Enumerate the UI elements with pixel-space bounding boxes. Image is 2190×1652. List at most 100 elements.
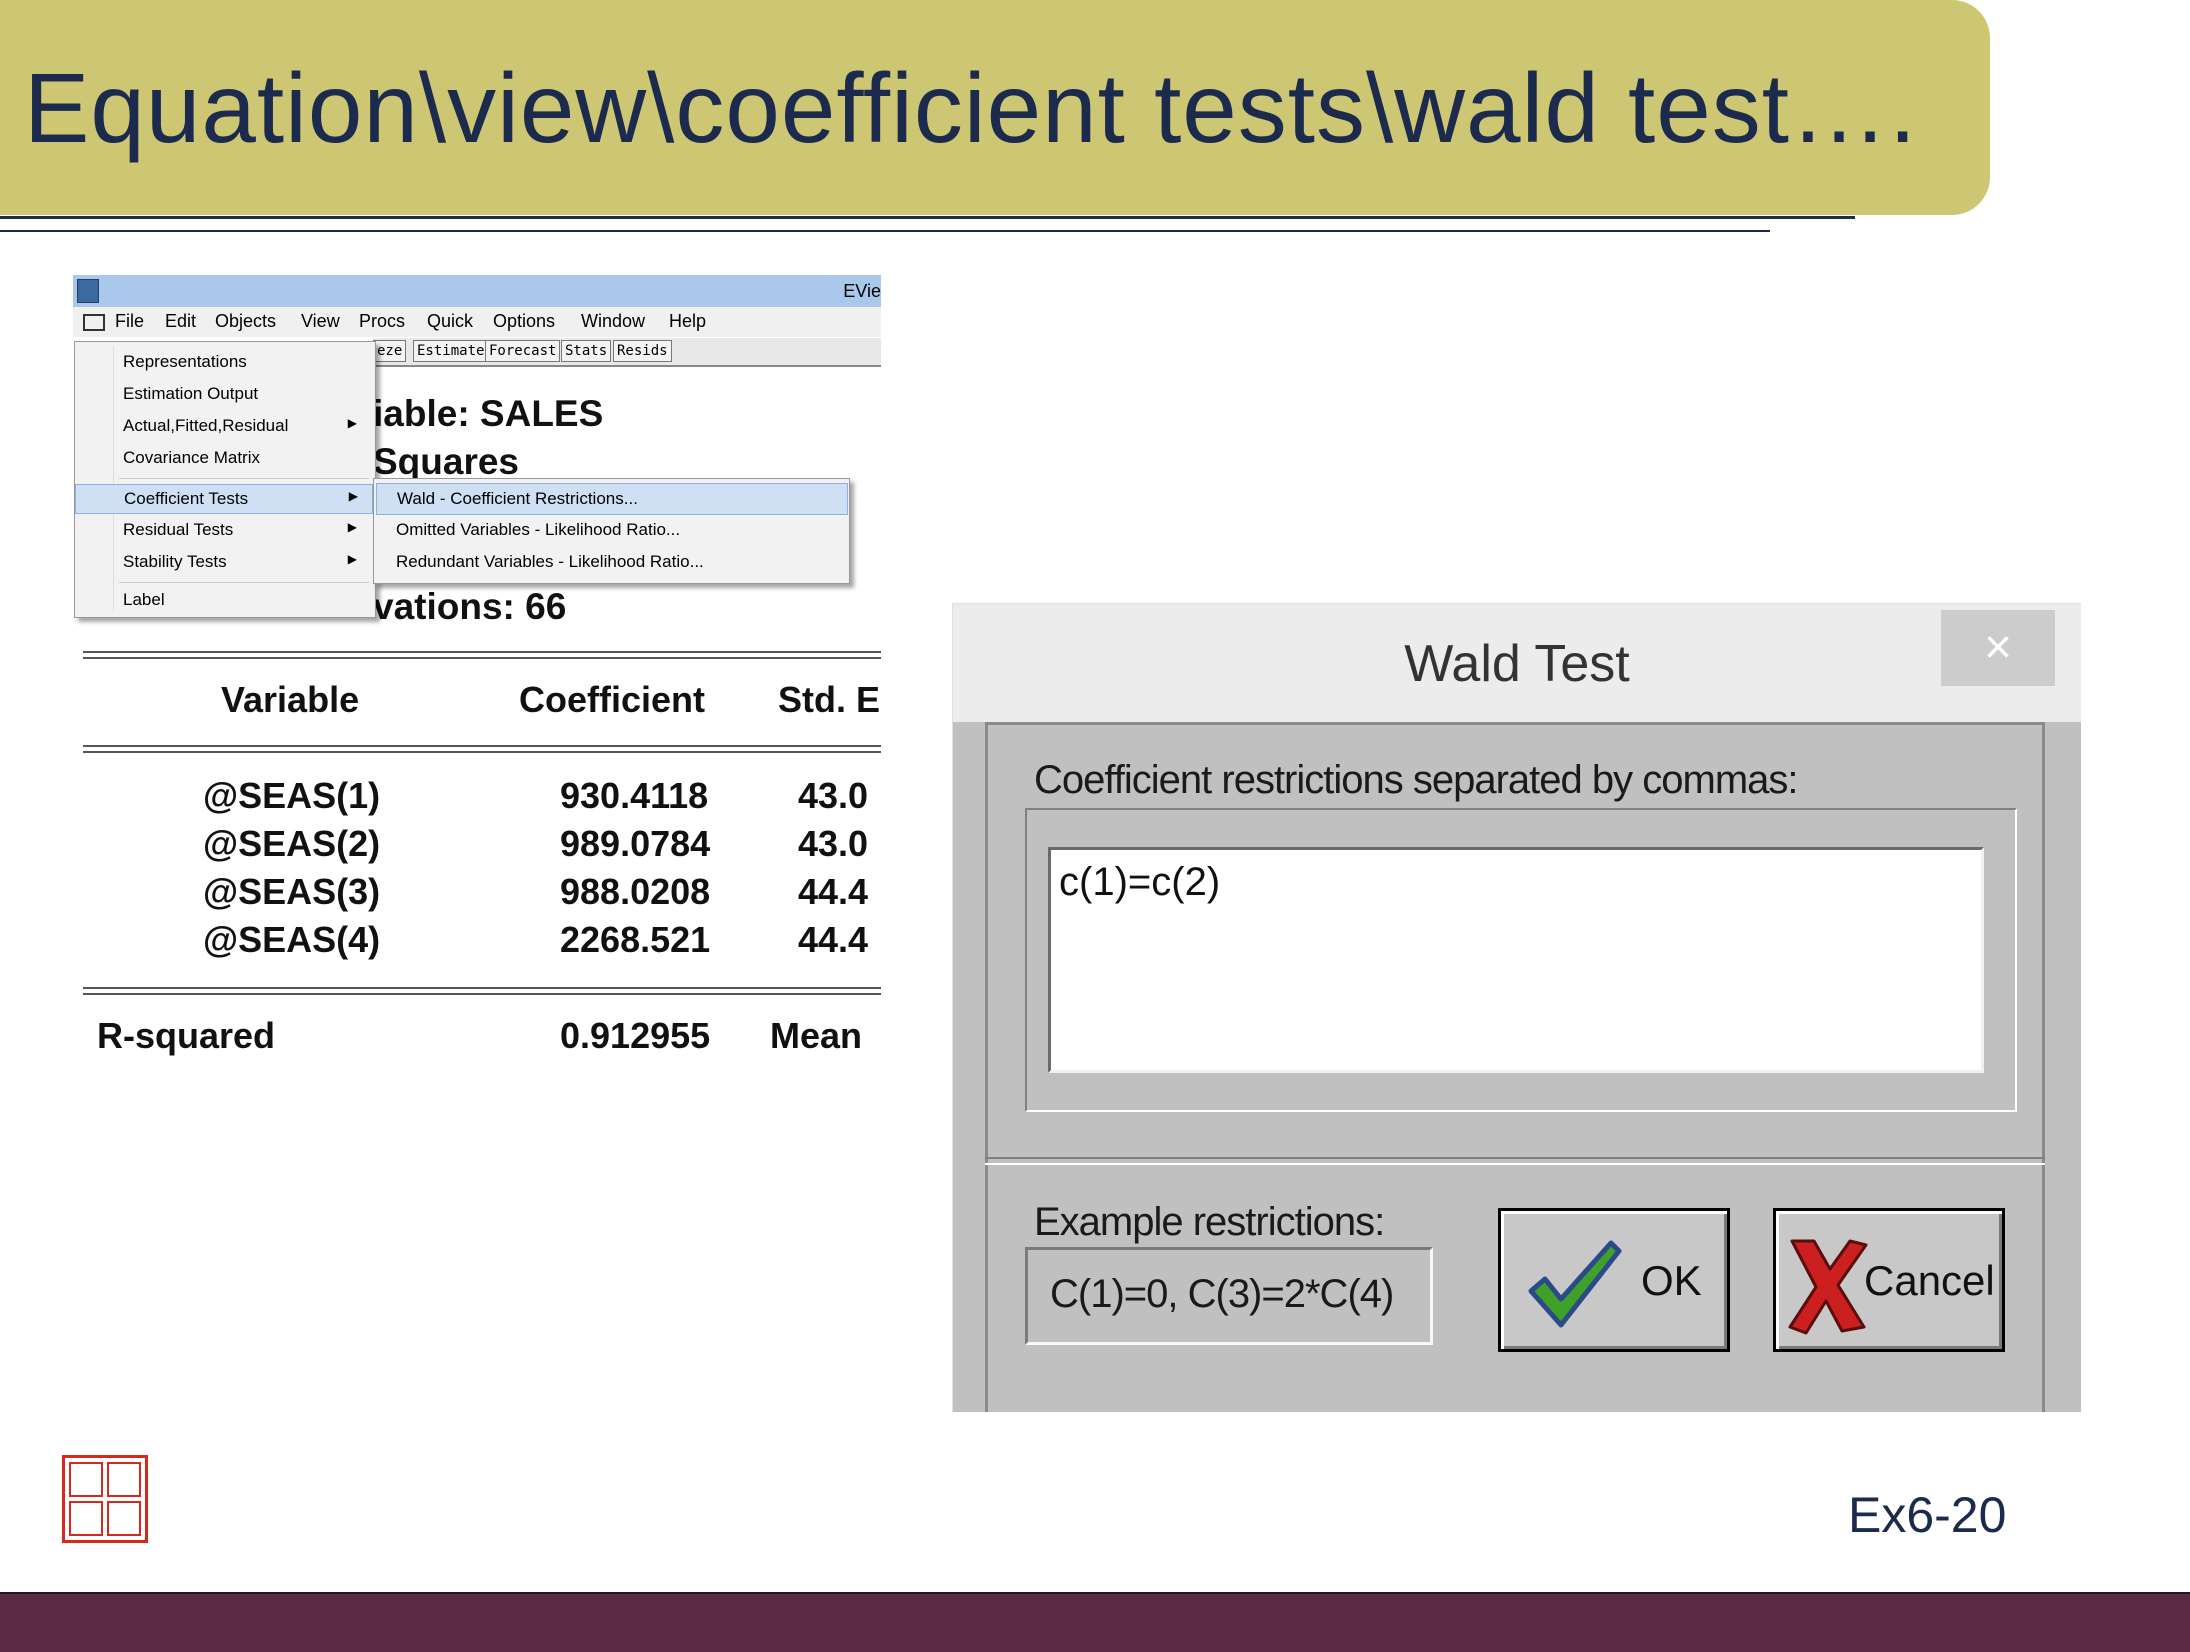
- menu-item-stability-tests[interactable]: Stability Tests ▶: [75, 548, 371, 576]
- close-icon[interactable]: ×: [1941, 610, 2055, 686]
- menu-item-label: Label: [123, 590, 165, 609]
- view-dropdown-menu: Representations Estimation Output Actual…: [74, 341, 376, 618]
- dialog-titlebar: Wald Test ×: [953, 604, 2081, 722]
- eviews-window: EVie File Edit Objects View Procs Quick …: [73, 275, 881, 1085]
- checkmark-icon: [1528, 1240, 1622, 1328]
- cell-std-error: 44.4: [798, 871, 869, 912]
- cell-std-error: 43.0: [798, 823, 869, 864]
- slide-title-band: Equation\view\coefficient tests\wald tes…: [0, 0, 1990, 215]
- cell-std-error: 43.0: [798, 775, 869, 816]
- stat-label: R-squared: [97, 1015, 276, 1056]
- menu-item-label-entry[interactable]: Label: [75, 586, 371, 614]
- restrictions-input[interactable]: [1048, 847, 1984, 1073]
- header-std-error: Std. E: [778, 679, 881, 720]
- cancel-button-label: Cancel: [1864, 1257, 1995, 1304]
- cell-variable: @SEAS(4): [203, 919, 381, 960]
- menu-file[interactable]: File: [115, 311, 144, 332]
- menu-item-label: Actual,Fitted,Residual: [123, 416, 289, 435]
- table-rule: [83, 745, 881, 747]
- menu-item-estimation-output[interactable]: Estimation Output: [75, 380, 371, 408]
- eviews-menubar: File Edit Objects View Procs Quick Optio…: [73, 307, 881, 337]
- eviews-titlebar: EVie: [73, 275, 881, 307]
- cell-variable: @SEAS(2): [203, 823, 381, 864]
- menu-item-label: Estimation Output: [123, 384, 259, 403]
- menu-item-label: Stability Tests: [123, 552, 227, 571]
- menu-item-label: Wald - Coefficient Restrictions...: [397, 489, 638, 508]
- ok-button-label: OK: [1641, 1257, 1702, 1304]
- submenu-arrow-icon: ▶: [347, 416, 357, 430]
- table-rule: [83, 751, 881, 753]
- example-restrictions-label: Example restrictions:: [1034, 1200, 1385, 1244]
- menu-quick[interactable]: Quick: [427, 311, 473, 332]
- header-variable: Variable: [221, 679, 360, 720]
- method-text: Squares: [373, 441, 520, 482]
- menu-item-label: Redundant Variables - Likelihood Ratio..…: [396, 552, 704, 571]
- menu-item-representations[interactable]: Representations: [75, 348, 371, 376]
- submenu-arrow-icon: ▶: [347, 552, 357, 566]
- toolbar-stats-button[interactable]: Stats: [561, 340, 612, 362]
- system-menu-icon[interactable]: [83, 314, 105, 331]
- cell-variable: @SEAS(1): [203, 775, 381, 816]
- eviews-app-title: EVie: [843, 281, 881, 301]
- menu-help[interactable]: Help: [669, 311, 706, 332]
- example-restrictions-box: C(1)=0, C(3)=2*C(4): [1025, 1247, 1433, 1345]
- menu-item-residual-tests[interactable]: Residual Tests ▶: [75, 516, 371, 544]
- dialog-title: Wald Test: [1404, 635, 1630, 693]
- stat-value: 0.912955: [560, 1015, 711, 1056]
- menu-item-coefficient-tests[interactable]: Coefficient Tests ▶: [75, 484, 373, 514]
- cell-coefficient: 2268.521: [560, 919, 711, 960]
- slide-number: Ex6-20: [1848, 1487, 2007, 1543]
- cell-variable: @SEAS(3): [203, 871, 381, 912]
- table-rule: [83, 651, 881, 653]
- menu-item-omitted-variables[interactable]: Omitted Variables - Likelihood Ratio...: [376, 515, 846, 545]
- header-coefficient: Coefficient: [519, 679, 706, 720]
- menu-edit[interactable]: Edit: [165, 311, 196, 332]
- red-x-icon: [1788, 1239, 1868, 1335]
- submenu-arrow-icon: ▶: [347, 520, 357, 534]
- stat-right-label: Mean: [770, 1015, 863, 1056]
- cell-coefficient: 930.4118: [560, 775, 709, 816]
- submenu-arrow-icon: ▶: [348, 489, 358, 503]
- menu-item-covariance-matrix[interactable]: Covariance Matrix: [75, 444, 371, 472]
- cell-std-error: 44.4: [798, 919, 869, 960]
- title-underline-thin: [0, 230, 1770, 232]
- slide-title: Equation\view\coefficient tests\wald tes…: [24, 53, 1918, 163]
- seal-logo: [62, 1455, 148, 1543]
- menu-procs[interactable]: Procs: [359, 311, 405, 332]
- menu-separator: [119, 582, 369, 583]
- menu-item-actual-fitted-residual[interactable]: Actual,Fitted,Residual ▶: [75, 412, 371, 440]
- table-rule: [83, 657, 881, 659]
- table-rule: [83, 993, 881, 995]
- menu-item-label: Representations: [123, 352, 247, 371]
- cell-coefficient: 988.0208: [560, 871, 711, 912]
- cancel-button[interactable]: Cancel: [1773, 1208, 2005, 1352]
- menu-window[interactable]: Window: [581, 311, 645, 332]
- table-rule: [83, 987, 881, 989]
- toolbar-estimate-button[interactable]: Estimate: [413, 340, 489, 362]
- menu-separator: [119, 478, 369, 479]
- ok-button[interactable]: OK: [1498, 1208, 1730, 1352]
- footer-bar: [0, 1592, 2190, 1652]
- menu-item-label: Omitted Variables - Likelihood Ratio...: [396, 520, 681, 539]
- cell-coefficient: 989.0784: [560, 823, 711, 864]
- menu-item-label: Coefficient Tests: [124, 489, 249, 508]
- example-restrictions-text: C(1)=0, C(3)=2*C(4): [1050, 1272, 1394, 1316]
- eviews-toolbar: eze Estimate Forecast Stats Resids: [373, 338, 881, 367]
- coefficient-tests-submenu: Wald - Coefficient Restrictions... Omitt…: [373, 478, 850, 584]
- menu-item-wald-test[interactable]: Wald - Coefficient Restrictions...: [376, 483, 848, 515]
- menu-view[interactable]: View: [301, 311, 340, 332]
- menu-item-redundant-variables[interactable]: Redundant Variables - Likelihood Ratio..…: [376, 547, 846, 577]
- observations-text: vations: 66: [373, 586, 567, 627]
- restrictions-prompt-label: Coefficient restrictions separated by co…: [1034, 758, 1798, 802]
- dependent-variable-text: iable: SALES: [373, 393, 604, 434]
- toolbar-resids-button[interactable]: Resids: [613, 340, 672, 362]
- title-underline: [0, 216, 1855, 219]
- dialog-separator: [985, 1157, 2045, 1165]
- menu-objects[interactable]: Objects: [215, 311, 276, 332]
- toolbar-forecast-button[interactable]: Forecast: [485, 340, 561, 362]
- menu-options[interactable]: Options: [493, 311, 555, 332]
- toolbar-freeze-button[interactable]: eze: [373, 340, 407, 362]
- menu-item-label: Covariance Matrix: [123, 448, 260, 467]
- eviews-app-icon[interactable]: [77, 279, 99, 303]
- menu-item-label: Residual Tests: [123, 520, 234, 539]
